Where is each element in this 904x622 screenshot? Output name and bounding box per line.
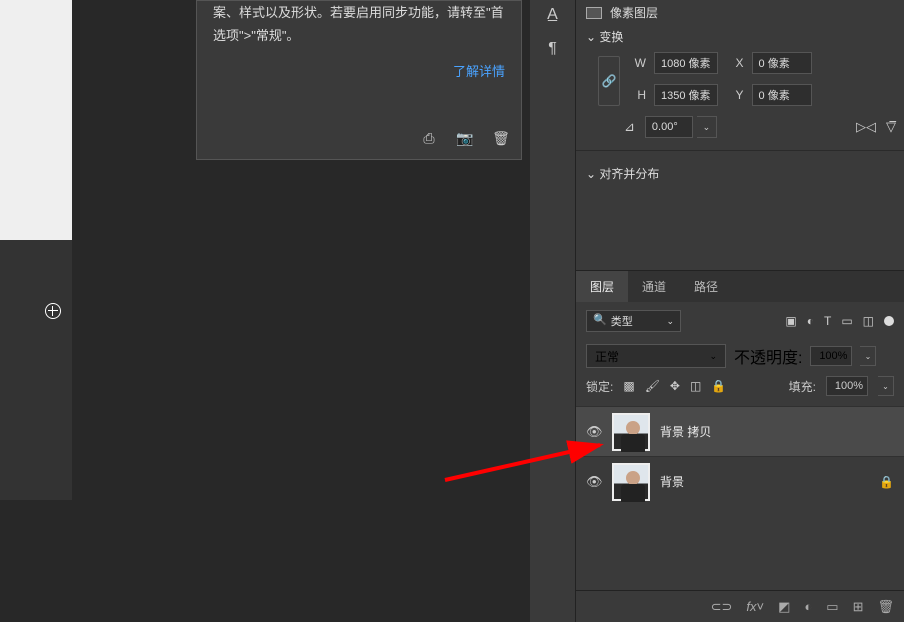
chevron-down-icon: ⌄ [586, 167, 596, 181]
fill-input[interactable]: 100% [826, 376, 868, 396]
blend-mode-select[interactable]: 正常 ⌄ [586, 344, 726, 368]
tab-paths[interactable]: 路径 [680, 271, 732, 302]
save-library-icon[interactable]: ⎙ [419, 126, 439, 151]
layer-row[interactable]: 👁 背景 🔒 [576, 456, 904, 506]
lock-all-icon[interactable]: 🔒 [711, 379, 726, 393]
new-layer-icon[interactable]: ⊞ [853, 599, 864, 615]
search-icon: 🔍 [593, 313, 607, 329]
pixel-layer-icon [586, 7, 602, 19]
width-label: W [628, 56, 646, 70]
filter-toggle[interactable] [884, 316, 894, 326]
layers-bottom-toolbar: ⊂⊃ fx˅ ◩ ◐ ▭ ⊞ 🗑 [576, 590, 904, 622]
visibility-toggle-icon[interactable]: 👁 [586, 424, 602, 440]
width-input[interactable]: 1080 像素 [654, 52, 718, 74]
flip-horizontal-icon[interactable]: ▷◁ [856, 119, 876, 135]
lock-artboard-icon[interactable]: ◫ [690, 379, 701, 393]
visibility-toggle-icon[interactable]: 👁 [586, 474, 602, 490]
link-layers-icon[interactable]: ⊂⊃ [711, 599, 733, 615]
delete-layer-icon[interactable]: 🗑 [877, 599, 894, 615]
transform-section-header[interactable]: ⌄ 变换 [576, 25, 904, 48]
layer-name[interactable]: 背景 [660, 473, 684, 490]
chevron-down-icon: ⌄ [666, 316, 674, 327]
fill-dropdown[interactable]: ⌄ [878, 376, 894, 396]
opacity-label: 不透明度: [734, 344, 802, 368]
lock-label: 锁定: [586, 378, 613, 395]
tooltip-text: 案、样式以及形状。若要启用同步功能，请转至"首选项">"常规"。 [213, 1, 505, 48]
fx-icon[interactable]: fx˅ [746, 599, 764, 614]
filter-type-icon[interactable]: T [824, 314, 831, 328]
learn-more-link[interactable]: 了解详情 [213, 48, 505, 83]
pixel-layer-label: 像素图层 [610, 4, 658, 21]
tab-channels[interactable]: 通道 [628, 271, 680, 302]
y-input[interactable]: 0 像素 [752, 84, 812, 106]
x-label: X [726, 56, 744, 70]
crosshair-cursor [45, 303, 61, 319]
trash-icon[interactable]: 🗑 [491, 126, 511, 151]
chevron-down-icon: ⌄ [586, 30, 596, 44]
filter-adjustment-icon[interactable]: ◐ [807, 314, 814, 328]
height-input[interactable]: 1350 像素 [654, 84, 718, 106]
layer-name[interactable]: 背景 拷贝 [660, 423, 711, 440]
camera-icon[interactable]: 📷 [455, 126, 475, 151]
lock-icon: 🔒 [879, 475, 894, 489]
layer-thumbnail[interactable] [612, 413, 650, 451]
character-panel-icon[interactable]: A̲ [530, 0, 575, 32]
chevron-down-icon: ⌄ [709, 351, 717, 362]
layer-list: 👁 背景 拷贝 👁 背景 🔒 [576, 406, 904, 506]
opacity-input[interactable]: 100% [810, 346, 852, 366]
layers-panel: 图层 通道 路径 🔍类型 ⌄ ▣ ◐ T ▭ ◫ 正常 ⌄ 不透明度: 100%… [576, 270, 904, 622]
paragraph-panel-icon[interactable]: ¶ [530, 32, 575, 66]
lock-move-icon[interactable]: ✥ [670, 379, 680, 393]
group-icon[interactable]: ▭ [826, 599, 838, 615]
align-section-header[interactable]: ⌄ 对齐并分布 [576, 151, 904, 185]
fill-label: 填充: [789, 378, 816, 395]
rotation-input[interactable]: 0.00° [645, 116, 693, 138]
lock-brush-icon[interactable]: 🖌 [645, 379, 660, 393]
panel-tabs: 图层 通道 路径 [576, 271, 904, 302]
link-dimensions-icon[interactable]: 🔗 [598, 56, 620, 106]
tab-layers[interactable]: 图层 [576, 271, 628, 302]
lock-transparency-icon[interactable]: ▩ [623, 379, 634, 393]
mask-icon[interactable]: ◩ [778, 599, 790, 615]
height-label: H [628, 88, 646, 102]
y-label: Y [726, 88, 744, 102]
filter-kind-select[interactable]: 🔍类型 ⌄ [586, 310, 681, 332]
filter-shape-icon[interactable]: ▭ [841, 314, 852, 328]
sync-hint-tooltip: 案、样式以及形状。若要启用同步功能，请转至"首选项">"常规"。 了解详情 ⎙ … [196, 0, 522, 160]
adjustment-icon[interactable]: ◐ [804, 599, 812, 614]
opacity-dropdown[interactable]: ⌄ [860, 346, 876, 366]
layer-thumbnail[interactable] [612, 463, 650, 501]
x-input[interactable]: 0 像素 [752, 52, 812, 74]
filter-pixel-icon[interactable]: ▣ [785, 314, 796, 328]
flip-vertical-icon[interactable]: ▽̅ [886, 119, 896, 135]
filter-smartobj-icon[interactable]: ◫ [863, 314, 874, 328]
document-visible-region[interactable] [0, 0, 72, 500]
collapsed-panel-dock[interactable]: A̲ ¶ [530, 0, 576, 622]
rotation-dropdown[interactable]: ⌄ [697, 116, 717, 138]
layer-row[interactable]: 👁 背景 拷贝 [576, 406, 904, 456]
angle-icon: ⊿ [624, 119, 635, 135]
